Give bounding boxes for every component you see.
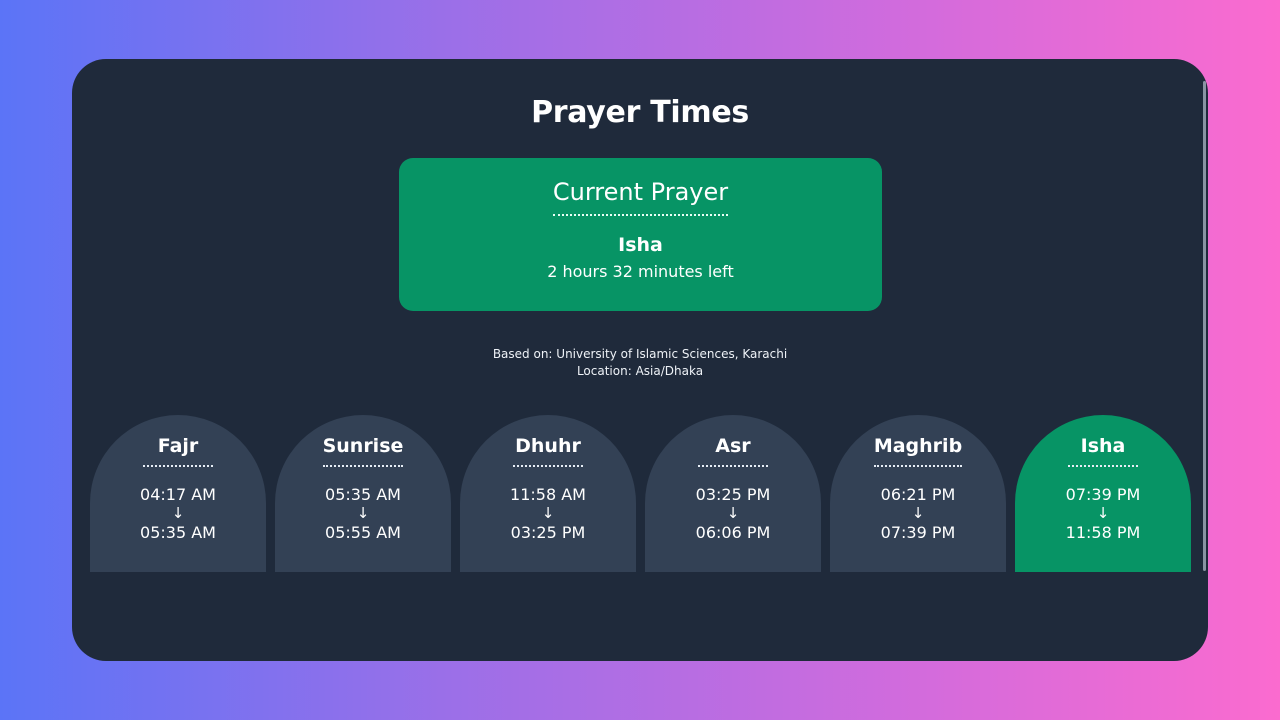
prayer-end-time: 06:06 PM [695,523,771,542]
prayer-start-time: 07:39 PM [1065,485,1141,504]
prayer-start-time: 03:25 PM [695,485,771,504]
prayer-name: Fajr [143,435,213,467]
scrollbar[interactable] [1203,81,1206,571]
prayer-start-time: 11:58 AM [510,485,586,504]
prayer-card-asr: Asr 03:25 PM ↓ 06:06 PM [645,415,821,572]
prayer-name: Sunrise [322,435,404,467]
calculation-method: Based on: University of Islamic Sciences… [492,347,788,361]
prayer-name: Maghrib [873,435,963,467]
prayer-name: Asr [698,435,768,467]
down-arrow-icon: ↓ [356,504,370,522]
down-arrow-icon: ↓ [911,504,925,522]
prayer-cards-row: Fajr 04:17 AM ↓ 05:35 AM Sunrise 05:35 A… [90,415,1200,572]
prayer-card-maghrib: Maghrib 06:21 PM ↓ 07:39 PM [830,415,1006,572]
prayer-start-time: 06:21 PM [880,485,956,504]
page-title: Prayer Times [531,95,749,130]
prayer-name: Isha [1068,435,1138,467]
down-arrow-icon: ↓ [726,504,740,522]
current-prayer-card: Current Prayer Isha 2 hours 32 minutes l… [399,158,882,311]
prayer-start-time: 04:17 AM [140,485,216,504]
current-prayer-remaining: 2 hours 32 minutes left [547,262,734,281]
current-prayer-name: Isha [618,234,663,256]
prayer-card-isha: Isha 07:39 PM ↓ 11:58 PM [1015,415,1191,572]
prayer-card-dhuhr: Dhuhr 11:58 AM ↓ 03:25 PM [460,415,636,572]
down-arrow-icon: ↓ [1096,504,1110,522]
current-prayer-heading: Current Prayer [552,178,729,216]
calculation-info: Based on: University of Islamic Sciences… [72,346,1208,380]
down-arrow-icon: ↓ [541,504,555,522]
prayer-start-time: 05:35 AM [325,485,401,504]
location-label: Location: Asia/Dhaka [576,364,704,378]
prayer-end-time: 03:25 PM [510,523,586,542]
prayer-end-time: 05:35 AM [140,523,216,542]
prayer-end-time: 05:55 AM [325,523,401,542]
prayer-name: Dhuhr [513,435,583,467]
prayer-card-sunrise: Sunrise 05:35 AM ↓ 05:55 AM [275,415,451,572]
prayer-end-time: 07:39 PM [880,523,956,542]
prayer-times-panel: Prayer Times Current Prayer Isha 2 hours… [72,59,1208,661]
prayer-end-time: 11:58 PM [1065,523,1141,542]
down-arrow-icon: ↓ [171,504,185,522]
prayer-card-fajr: Fajr 04:17 AM ↓ 05:35 AM [90,415,266,572]
